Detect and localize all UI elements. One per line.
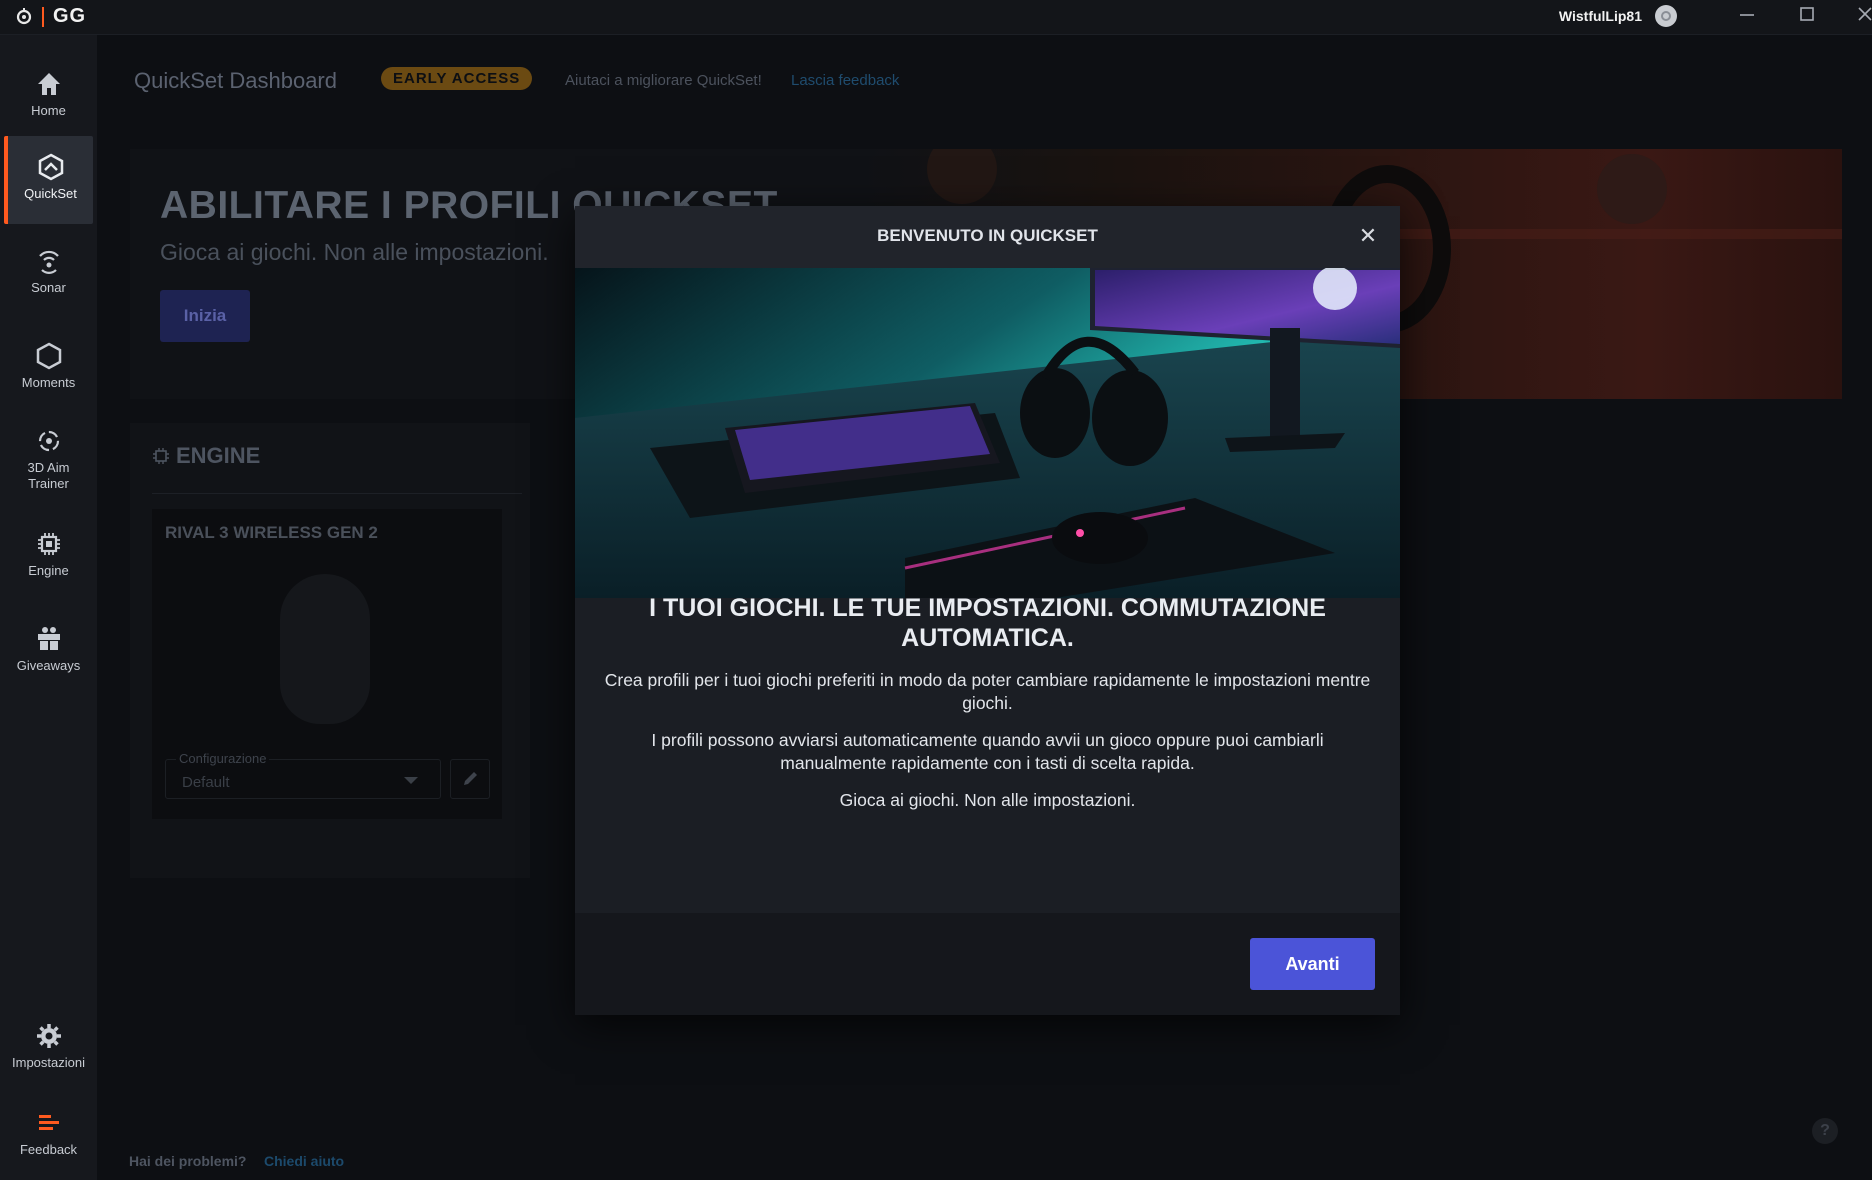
modal-heading: I TUOI GIOCHI. LE TUE IMPOSTAZIONI. COMM…	[649, 594, 1326, 652]
sidebar-item-label: Impostazioni	[12, 1055, 85, 1070]
chevron-down-icon	[404, 777, 418, 784]
problems-text: Hai dei problemi?	[129, 1153, 247, 1169]
sidebar-item-label: Home	[31, 103, 66, 118]
quickset-icon	[38, 153, 63, 181]
modal-footer: Avanti	[575, 913, 1400, 1015]
chip-icon	[153, 448, 169, 464]
modal-paragraph: Gioca ai giochi. Non alle impostazioni.	[839, 790, 1136, 810]
engine-title: ENGINE	[176, 443, 261, 468]
sidebar-item-label: Giveaways	[16, 658, 81, 673]
sidebar-item-aim-trainer[interactable]: 3D Aim Trainer	[4, 410, 93, 510]
sidebar-item-label: Sonar	[31, 280, 66, 295]
modal-header: BENVENUTO IN QUICKSET ✕	[575, 206, 1400, 268]
hero-subtitle: Gioca ai giochi. Non alle impostazioni.	[160, 239, 549, 265]
modal-title: BENVENUTO IN QUICKSET	[877, 226, 1098, 245]
title-separator	[42, 7, 44, 27]
sidebar-item-moments[interactable]: Moments	[4, 325, 93, 413]
help-icon[interactable]: ?	[1812, 1118, 1838, 1144]
help-link[interactable]: Chiedi aiuto	[264, 1153, 344, 1169]
home-icon	[37, 73, 60, 95]
mouse-image	[280, 574, 370, 724]
app-name: GG	[53, 5, 87, 27]
close-icon[interactable]	[1850, 4, 1872, 30]
chip-icon	[37, 533, 60, 555]
title-bar: GG WistfulLip81	[0, 0, 1872, 35]
steelseries-logo-icon	[16, 8, 32, 25]
engine-panel: ENGINE RIVAL 3 WIRELESS GEN 2 Default Co…	[130, 423, 530, 878]
sidebar-item-label: QuickSet	[24, 186, 77, 201]
moments-icon	[36, 342, 61, 370]
configuration-value: Default	[182, 774, 230, 791]
configuration-label: Configurazione	[176, 751, 270, 766]
maximize-icon[interactable]	[1792, 4, 1822, 30]
sidebar-item-settings[interactable]: Impostazioni	[4, 1005, 93, 1093]
sidebar-item-feedback[interactable]: Feedback	[4, 1092, 93, 1180]
modal-paragraph: Crea profili per i tuoi giochi preferiti…	[604, 670, 1371, 713]
minimize-icon[interactable]	[1732, 4, 1762, 30]
close-icon[interactable]: ✕	[1354, 222, 1382, 250]
help-text: Aiutaci a migliorare QuickSet!	[565, 72, 762, 89]
gift-icon	[37, 627, 60, 650]
divider	[152, 493, 522, 494]
sidebar-item-sonar[interactable]: Sonar	[4, 230, 93, 318]
feedback-link[interactable]: Lascia feedback	[791, 72, 899, 89]
avatar[interactable]	[1655, 5, 1677, 27]
sidebar-item-label: 3D Aim Trainer	[27, 460, 70, 491]
sidebar-item-label: Feedback	[19, 1142, 78, 1157]
sonar-icon	[38, 250, 59, 274]
sidebar-item-quickset[interactable]: QuickSet	[4, 136, 93, 224]
pencil-icon	[464, 772, 477, 785]
welcome-modal: BENVENUTO IN QUICKSET ✕ I TUOI GIOCHI. L…	[575, 206, 1400, 1015]
feedback-icon	[38, 1115, 59, 1130]
early-access-badge: EARLY ACCESS	[381, 67, 533, 90]
next-button[interactable]: Avanti	[1250, 938, 1375, 990]
device-name: RIVAL 3 WIRELESS GEN 2	[165, 523, 378, 542]
sidebar-item-label: Moments	[21, 375, 76, 390]
edit-button[interactable]	[450, 759, 490, 799]
sidebar-item-home[interactable]: Home	[4, 53, 93, 141]
start-button[interactable]: Inizia	[160, 290, 250, 342]
page-title: QuickSet Dashboard	[134, 68, 337, 93]
sidebar-item-label: Engine	[28, 563, 69, 578]
device-card[interactable]: RIVAL 3 WIRELESS GEN 2 Default Configura…	[152, 509, 502, 819]
modal-paragraph: I profili possono avviarsi automaticamen…	[651, 730, 1324, 773]
gear-icon	[36, 1024, 61, 1048]
setup-illustration	[575, 268, 1400, 598]
username[interactable]: WistfulLip81	[1559, 8, 1642, 24]
aim-trainer-icon	[38, 430, 59, 452]
sidebar: Home QuickSet Sonar Moments 3D Aim Train…	[0, 35, 97, 1180]
sidebar-item-engine[interactable]: Engine	[4, 513, 93, 601]
sidebar-item-giveaways[interactable]: Giveaways	[4, 608, 93, 696]
